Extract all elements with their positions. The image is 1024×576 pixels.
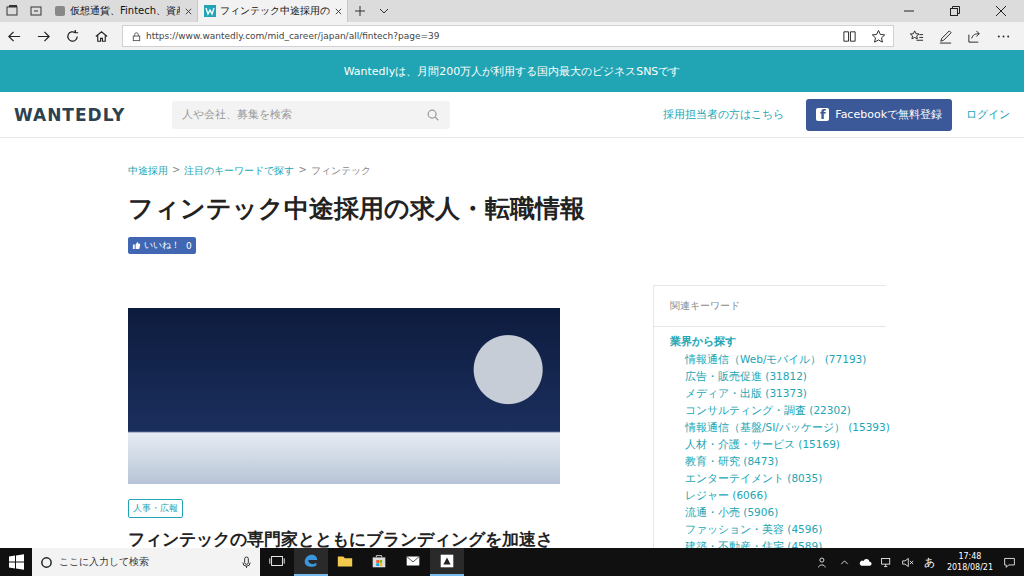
industry-link[interactable]: エンターテイメント (8035)	[654, 470, 886, 487]
site-header: WANTEDLY 人や会社、募集を検索 採用担当者の方はこちら f Facebo…	[0, 92, 1024, 138]
tab-bar: 仮想通貨、Fintech、資産運 フィンテック中途採用の求人、	[0, 0, 1024, 22]
recruiter-link[interactable]: 採用担当者の方はこちら	[663, 107, 784, 122]
back-icon[interactable]	[7, 29, 22, 44]
ime-indicator[interactable]: あ	[924, 555, 935, 570]
close-tab-icon[interactable]	[334, 7, 343, 16]
taskbar-app[interactable]	[260, 548, 294, 576]
browser-tab[interactable]: フィンテック中途採用の求人、	[198, 0, 348, 22]
new-tab-icon[interactable]	[353, 4, 367, 18]
favorite-star-icon[interactable]	[871, 29, 886, 44]
industry-link[interactable]: メディア・出版 (31373)	[654, 385, 886, 402]
minimize-icon[interactable]	[886, 0, 932, 22]
industry-link[interactable]: 広告・販売促進 (31812)	[654, 368, 886, 385]
onedrive-icon[interactable]	[859, 556, 872, 569]
site-search[interactable]: 人や会社、募集を検索	[172, 101, 450, 129]
sidebar-section-title: 業界から探す	[654, 327, 886, 351]
facebook-icon: f	[816, 108, 829, 121]
show-hidden-icons-icon[interactable]	[838, 556, 851, 569]
taskbar-app[interactable]	[362, 548, 396, 576]
restore-icon[interactable]	[932, 0, 978, 22]
search-icon[interactable]	[426, 108, 440, 122]
industry-link[interactable]: 人材・介護・サービス (15169)	[654, 436, 886, 453]
share-icon[interactable]	[967, 29, 982, 44]
main-content: 中途採用 > 注目のキーワードで探す > フィンテック フィンテック中途採用の求人・…	[0, 164, 890, 548]
login-link[interactable]: ログイン	[966, 107, 1010, 122]
like-button[interactable]: いいね！ 0	[128, 237, 196, 254]
related-keywords: 関連キーワード 業界から探す 情報通信（Web/モバイル） (77193)広告・…	[653, 285, 886, 548]
file-explorer-icon	[336, 552, 354, 570]
desktop: 仮想通貨、Fintech、資産運 フィンテック中途採用の求人、 https://…	[0, 0, 1024, 576]
taskbar-app[interactable]	[294, 548, 328, 576]
industry-link[interactable]: コンサルティング・調査 (22302)	[654, 402, 886, 419]
cortana-icon	[40, 556, 53, 569]
breadcrumb: 中途採用 > 注目のキーワードで探す > フィンテック	[128, 164, 890, 178]
wantedly-logo[interactable]: WANTEDLY	[14, 105, 158, 125]
tab-list-icon[interactable]	[377, 4, 391, 18]
sidebar-title: 関連キーワード	[654, 286, 886, 327]
breadcrumb-item[interactable]: 注目のキーワードで探す	[184, 164, 294, 178]
people-icon[interactable]	[817, 556, 830, 569]
address-bar: https://www.wantedly.com/mid_career/japa…	[0, 22, 1024, 50]
industry-link[interactable]: 情報通信（Web/モバイル） (77193)	[654, 351, 886, 368]
app-icon	[438, 552, 456, 570]
mail-icon	[404, 552, 422, 570]
industry-link[interactable]: 情報通信（基盤/SI/パッケージ） (15393)	[654, 419, 886, 436]
refresh-icon[interactable]	[65, 29, 80, 44]
url-field[interactable]: https://www.wantedly.com/mid_career/japa…	[122, 25, 894, 47]
job-list: 人事・広報 フィンテックの専門家とともにブランディングを加速さ	[128, 285, 560, 548]
content-body: 人事・広報 フィンテックの専門家とともにブランディングを加速さ 関連キーワード …	[128, 285, 890, 548]
breadcrumb-item: フィンテック	[311, 164, 371, 178]
taskbar-app[interactable]	[396, 548, 430, 576]
close-window-icon[interactable]	[978, 0, 1024, 22]
breadcrumb-separator: >	[172, 164, 180, 178]
tab-preview-icon[interactable]	[29, 4, 43, 18]
breadcrumb-item[interactable]: 中途採用	[128, 164, 168, 178]
page-favicon-icon	[54, 5, 66, 17]
speaker-muted-icon[interactable]	[901, 556, 914, 569]
browser-tab[interactable]: 仮想通貨、Fintech、資産運	[48, 0, 198, 22]
job-category-tag[interactable]: 人事・広報	[128, 499, 183, 518]
thumbs-up-icon	[132, 241, 141, 250]
job-card[interactable]: 人事・広報 フィンテックの専門家とともにブランディングを加速さ	[128, 308, 560, 548]
facebook-signup-button[interactable]: f Facebookで無料登録	[806, 99, 952, 131]
taskbar-app[interactable]	[430, 548, 464, 576]
web-page: Wantedlyは、月間200万人が利用する国内最大のビジネスSNSです WAN…	[0, 50, 1024, 548]
home-icon[interactable]	[94, 29, 109, 44]
breadcrumb-separator: >	[298, 164, 306, 178]
store-icon	[370, 552, 388, 570]
network-icon[interactable]	[880, 556, 893, 569]
set-aside-tabs-icon[interactable]	[5, 4, 19, 18]
industry-link[interactable]: 教育・研究 (8473)	[654, 453, 886, 470]
industry-link[interactable]: レジャー (6066)	[654, 487, 886, 504]
industry-link[interactable]: ファッション・美容 (4596)	[654, 521, 886, 538]
close-tab-icon[interactable]	[184, 7, 193, 16]
action-center-icon[interactable]	[1003, 556, 1016, 569]
task-view-icon	[268, 552, 286, 570]
forward-icon[interactable]	[36, 29, 51, 44]
job-cover-photo	[128, 308, 560, 484]
taskbar-app[interactable]	[328, 548, 362, 576]
clock[interactable]: 17:48 2018/08/21	[947, 551, 993, 573]
edge-icon	[302, 552, 320, 570]
wantedly-favicon-icon	[204, 5, 216, 17]
windows-start-icon[interactable]	[0, 548, 32, 576]
favorites-hub-icon[interactable]	[909, 29, 924, 44]
taskbar-search[interactable]: ここに入力して検索	[32, 548, 260, 576]
industry-link[interactable]: 建築・不動産・住宅 (4589)	[654, 538, 886, 548]
microphone-icon[interactable]	[241, 556, 252, 569]
taskbar: ここに入力して検索 あ 17:48 2018/08/21	[0, 548, 1024, 576]
job-title[interactable]: フィンテックの専門家とともにブランディングを加速さ	[128, 528, 553, 548]
reading-view-icon[interactable]	[842, 29, 857, 44]
page-title: フィンテック中途採用の求人・転職情報	[128, 192, 890, 225]
lock-icon	[131, 31, 142, 42]
industry-link[interactable]: 流通・小売 (5906)	[654, 504, 886, 521]
web-note-icon[interactable]	[938, 29, 953, 44]
more-icon[interactable]	[996, 29, 1011, 44]
promo-banner: Wantedlyは、月間200万人が利用する国内最大のビジネスSNSです	[0, 50, 1024, 92]
